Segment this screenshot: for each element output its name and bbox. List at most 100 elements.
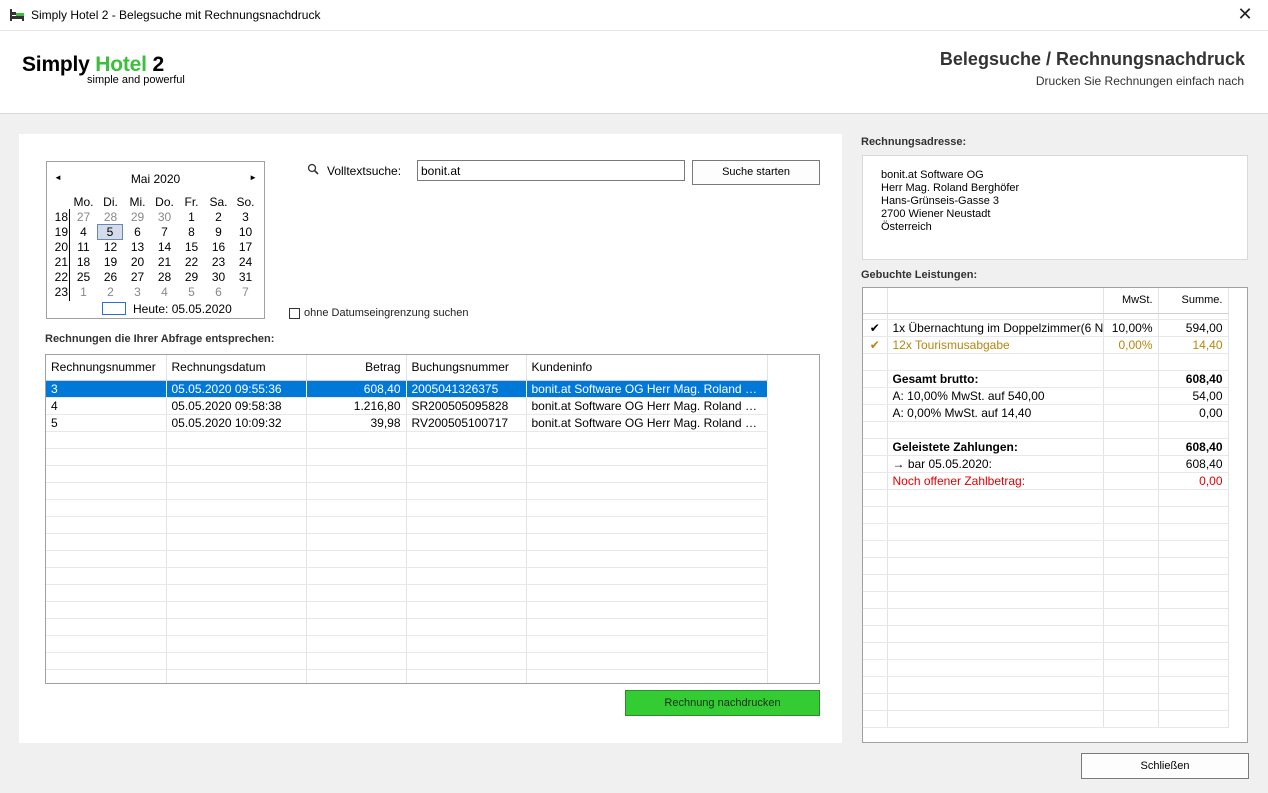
- calendar-day[interactable]: 29: [124, 210, 151, 224]
- table-empty-row: [46, 601, 768, 619]
- tax-value: 0,00: [1158, 404, 1229, 422]
- table-row[interactable]: 4 05.05.2020 09:58:38 1.216,80 SR2005050…: [46, 397, 768, 415]
- table-empty-row: [46, 448, 768, 466]
- column-header-rechnungsnummer[interactable]: Rechnungsnummer: [46, 355, 167, 381]
- service-row[interactable]: ✔ 12x Tourismusabgabe 0,00% 14,40: [863, 336, 1229, 354]
- invoice-address-box: bonit.at Software OG Herr Mag. Roland Be…: [862, 155, 1248, 260]
- payment-cash-row: → bar 05.05.2020: 608,40: [863, 455, 1229, 473]
- calendar-day[interactable]: 3: [232, 210, 259, 224]
- total-gross-label: Gesamt brutto:: [887, 370, 1104, 388]
- service-name: 12x Tourismusabgabe: [887, 336, 1104, 354]
- results-table[interactable]: Rechnungsnummer Rechnungsdatum Betrag Bu…: [45, 354, 820, 684]
- calendar-day[interactable]: 5: [178, 285, 205, 299]
- table-empty-row: [46, 635, 768, 653]
- payments-value: 608,40: [1158, 438, 1229, 456]
- column-header-rechnungsdatum[interactable]: Rechnungsdatum: [166, 355, 307, 381]
- calendar-day[interactable]: 27: [70, 210, 97, 224]
- calendar-day[interactable]: 28: [151, 270, 178, 284]
- calendar-day[interactable]: 7: [232, 285, 259, 299]
- calendar-day[interactable]: 14: [151, 240, 178, 254]
- calendar-day[interactable]: 30: [151, 210, 178, 224]
- service-row[interactable]: ✔ 1x Übernachtung im Doppelzimmer(6 Nä..…: [863, 319, 1229, 337]
- calendar-day[interactable]: 30: [205, 270, 232, 284]
- calendar-today-label[interactable]: Heute: 05.05.2020: [133, 302, 232, 316]
- calendar-day[interactable]: 4: [151, 285, 178, 299]
- payments-label: Geleistete Zahlungen:: [887, 438, 1104, 456]
- calendar-day[interactable]: 6: [205, 285, 232, 299]
- cell-datum: 05.05.2020 10:09:32: [166, 414, 307, 432]
- calendar-dow: Fr.: [184, 195, 199, 209]
- page-header: Simply Hotel 2 simple and powerful Beleg…: [0, 31, 1268, 114]
- calendar-dow: Sa.: [209, 195, 228, 209]
- calendar-day[interactable]: 8: [178, 225, 205, 239]
- services-label: Gebuchte Leistungen:: [861, 269, 978, 281]
- service-mwst: 0,00%: [1103, 336, 1159, 354]
- calendar-day[interactable]: 31: [232, 270, 259, 284]
- payment-cash-label: → bar 05.05.2020:: [887, 455, 1104, 473]
- calendar-day[interactable]: 23: [205, 255, 232, 269]
- no-date-filter-checkbox[interactable]: [289, 308, 300, 319]
- cell-nr: 3: [46, 380, 167, 398]
- column-header-buchungsnummer[interactable]: Buchungsnummer: [406, 355, 527, 381]
- search-input[interactable]: [417, 160, 685, 181]
- cell-betrag: 1.216,80: [306, 397, 407, 415]
- calendar-day[interactable]: 4: [70, 225, 97, 239]
- calendar-day[interactable]: 10: [232, 225, 259, 239]
- tax-row: A: 10,00% MwSt. auf 540,00 54,00: [863, 387, 1229, 405]
- calendar-day[interactable]: 21: [151, 255, 178, 269]
- calendar-day[interactable]: 20: [124, 255, 151, 269]
- calendar-day[interactable]: 27: [124, 270, 151, 284]
- calendar-day[interactable]: 18: [70, 255, 97, 269]
- calendar-day[interactable]: 9: [205, 225, 232, 239]
- month-calendar[interactable]: ◄ Mai 2020 ► Mo. Di. Mi. Do. Fr. Sa. So.…: [46, 161, 265, 319]
- table-empty-row: [46, 567, 768, 585]
- close-button[interactable]: Schließen: [1081, 753, 1249, 779]
- calendar-day[interactable]: 1: [70, 285, 97, 299]
- calendar-day[interactable]: 19: [97, 255, 124, 269]
- column-header-kundeninfo[interactable]: Kundeninfo: [526, 355, 768, 381]
- calendar-day[interactable]: 6: [124, 225, 151, 239]
- table-row-selected[interactable]: 3 05.05.2020 09:55:36 608,40 20050413263…: [46, 380, 768, 398]
- calendar-day[interactable]: 25: [70, 270, 97, 284]
- cell-betrag: 608,40: [306, 380, 407, 398]
- reprint-invoice-button[interactable]: Rechnung nachdrucken: [625, 690, 820, 716]
- calendar-day[interactable]: 3: [124, 285, 151, 299]
- calendar-next-icon[interactable]: ►: [249, 173, 257, 182]
- calendar-day[interactable]: 13: [124, 240, 151, 254]
- calendar-day[interactable]: 2: [205, 210, 232, 224]
- address-line: 2700 Wiener Neustadt: [881, 208, 991, 220]
- calendar-day[interactable]: 16: [205, 240, 232, 254]
- calendar-day[interactable]: 22: [178, 255, 205, 269]
- cell-buchung: RV200505100717: [406, 414, 527, 432]
- open-amount-row: Noch offener Zahlbetrag: 0,00: [863, 472, 1229, 490]
- calendar-day[interactable]: 11: [70, 240, 97, 254]
- calendar-day[interactable]: 24: [232, 255, 259, 269]
- search-button[interactable]: Suche starten: [692, 160, 820, 185]
- cell-buchung: SR200505095828: [406, 397, 527, 415]
- table-header-row: Rechnungsnummer Rechnungsdatum Betrag Bu…: [46, 355, 768, 381]
- table-empty-row: [46, 669, 768, 683]
- calendar-day[interactable]: 17: [232, 240, 259, 254]
- calendar-month[interactable]: Mai 2020: [47, 172, 264, 186]
- search-icon: [307, 163, 319, 175]
- logo-hotel: Hotel: [95, 53, 147, 76]
- calendar-day[interactable]: 29: [178, 270, 205, 284]
- column-header-betrag[interactable]: Betrag: [306, 355, 407, 381]
- service-summe: 594,00: [1158, 319, 1229, 337]
- calendar-day[interactable]: 15: [178, 240, 205, 254]
- window-close-icon[interactable]: ✕: [1222, 0, 1268, 31]
- calendar-day[interactable]: 28: [97, 210, 124, 224]
- calendar-week-number: 21: [54, 255, 68, 269]
- calendar-day[interactable]: 26: [97, 270, 124, 284]
- booked-services-table[interactable]: MwSt. Summe. ✔ 1x Übernachtung im Doppel…: [862, 287, 1248, 743]
- cell-kunde: bonit.at Software OG Herr Mag. Roland Be…: [526, 414, 768, 432]
- calendar-day[interactable]: 2: [97, 285, 124, 299]
- calendar-day[interactable]: 7: [151, 225, 178, 239]
- column-header-summe: Summe.: [1158, 288, 1229, 314]
- calendar-day-selected[interactable]: 5: [97, 224, 123, 240]
- no-date-filter-label[interactable]: ohne Datumseingrenzung suchen: [304, 307, 469, 319]
- calendar-dow: Mo.: [73, 195, 94, 209]
- calendar-day[interactable]: 12: [97, 240, 124, 254]
- table-row[interactable]: 5 05.05.2020 10:09:32 39,98 RV2005051007…: [46, 414, 768, 432]
- calendar-day[interactable]: 1: [178, 210, 205, 224]
